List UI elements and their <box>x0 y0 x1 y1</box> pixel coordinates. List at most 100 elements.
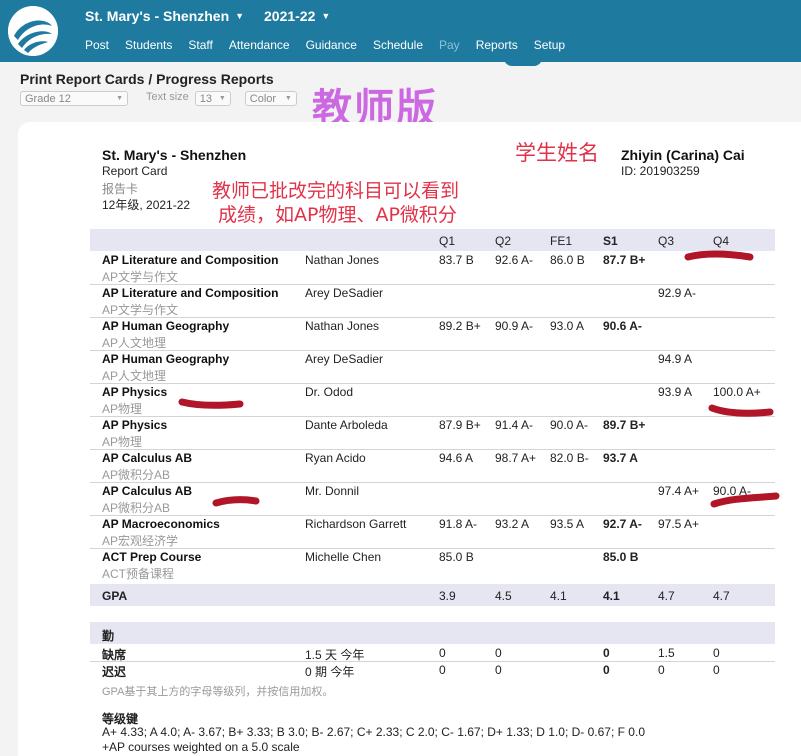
grade-fe1: 93.0 A <box>550 319 585 333</box>
row-divider <box>90 482 775 483</box>
row-divider <box>90 416 775 417</box>
school-selector[interactable]: St. Mary's - Shenzhen ▼ <box>85 8 244 24</box>
teacher-name: Richardson Garrett <box>305 517 407 531</box>
teacher-name: Dr. Odod <box>305 385 354 399</box>
grade-key-scale: A+ 4.33; A 4.0; A- 3.67; B+ 3.33; B 3.0;… <box>102 725 645 739</box>
nav-item-reports[interactable]: Reports <box>476 38 518 52</box>
teacher-name: Arey DeSadier <box>305 352 384 366</box>
row-divider <box>90 284 775 285</box>
grade-key-ap-note: +AP courses weighted on a 5.0 scale <box>102 740 300 754</box>
attendance-band <box>90 622 775 644</box>
subject-name: AP Human Geography <box>102 319 230 333</box>
tardy-q1: 0 <box>439 663 446 677</box>
gpa-q1: 3.9 <box>439 589 456 603</box>
red-marker-stroke <box>708 404 774 417</box>
grade-q2: 92.6 A- <box>495 253 534 267</box>
nav-item-staff[interactable]: Staff <box>188 38 212 52</box>
absent-q4: 0 <box>713 646 720 660</box>
subject-name-cn: ACT预备课程 <box>102 567 175 581</box>
absent-q2: 0 <box>495 646 502 660</box>
teacher-name: Michelle Chen <box>305 550 382 564</box>
grade-fe1: 93.5 A <box>550 517 585 531</box>
main-nav: Post Students Staff Attendance Guidance … <box>85 38 581 52</box>
col-header-fe1: FE1 <box>550 234 573 248</box>
page-title: Print Report Cards / Progress Reports <box>20 71 274 87</box>
row-divider <box>90 515 775 516</box>
grade-select-value: Grade 12 <box>25 92 71 105</box>
nav-item-setup[interactable]: Setup <box>534 38 565 52</box>
teacher-name: Dante Arboleda <box>305 418 388 432</box>
nav-item-students[interactable]: Students <box>125 38 172 52</box>
teacher-name: Nathan Jones <box>305 253 380 267</box>
grade-s1: 92.7 A- <box>603 517 642 531</box>
gpa-q2: 4.5 <box>495 589 512 603</box>
nav-item-attendance[interactable]: Attendance <box>229 38 290 52</box>
subject-name-cn: AP物理 <box>102 435 143 449</box>
teacher-name: Arey DeSadier <box>305 286 384 300</box>
report-grade-year: 12年级, 2021-22 <box>102 198 191 212</box>
row-divider <box>90 350 775 351</box>
graded-note-annotation-1: 教师已批改完的科目可以看到 <box>212 180 460 202</box>
col-header-q2: Q2 <box>495 234 512 248</box>
active-nav-indicator <box>504 58 542 66</box>
grade-s1: 87.7 B+ <box>603 253 646 267</box>
teacher-name: Nathan Jones <box>305 319 380 333</box>
subject-name-cn: AP人文地理 <box>102 336 167 350</box>
red-marker-stroke <box>212 496 260 507</box>
gpa-q3: 4.7 <box>658 589 675 603</box>
tardy-q3: 0 <box>658 663 665 677</box>
text-size-select[interactable]: 13 ▼ <box>194 91 231 106</box>
grade-q1: 94.6 A <box>439 451 474 465</box>
grade-q3: 97.5 A+ <box>658 517 700 531</box>
student-id: ID: 201903259 <box>621 164 700 178</box>
nav-item-pay: Pay <box>439 38 460 52</box>
subject-name-cn: AP微积分AB <box>102 501 171 515</box>
subject-name-cn: AP微积分AB <box>102 468 171 482</box>
subject-name: AP Physics <box>102 385 168 399</box>
grade-q1: 85.0 B <box>439 550 474 564</box>
subject-name: AP Literature and Composition <box>102 253 279 267</box>
year-selector[interactable]: 2021-22 ▼ <box>264 8 330 24</box>
row-divider <box>90 383 775 384</box>
row-divider <box>90 548 775 549</box>
nav-item-schedule[interactable]: Schedule <box>373 38 423 52</box>
row-divider <box>90 449 775 450</box>
tardy-q4: 0 <box>713 663 720 677</box>
grade-q1: 91.8 A- <box>439 517 478 531</box>
gpa-fe1: 4.1 <box>550 589 567 603</box>
subject-name: AP Calculus AB <box>102 451 193 465</box>
grade-s1: 93.7 A <box>603 451 638 465</box>
chevron-down-icon: ▼ <box>321 11 331 21</box>
grade-q4: 100.0 A+ <box>713 385 761 399</box>
gpa-label: GPA <box>102 589 128 603</box>
subject-name-cn: AP人文地理 <box>102 369 167 383</box>
grade-s1: 85.0 B <box>603 550 639 564</box>
tardy-period: 0 期 今年 <box>305 665 355 679</box>
row-divider <box>90 317 775 318</box>
grade-select[interactable]: Grade 12 ▼ <box>20 91 128 106</box>
year-selector-label: 2021-22 <box>264 8 316 24</box>
report-school-name: St. Mary's - Shenzhen <box>102 147 247 163</box>
nav-item-post[interactable]: Post <box>85 38 109 52</box>
grade-q2: 93.2 A <box>495 517 530 531</box>
nav-item-guidance[interactable]: Guidance <box>306 38 357 52</box>
tardy-q2: 0 <box>495 663 502 677</box>
subject-name: AP Human Geography <box>102 352 230 366</box>
col-header-s1: S1 <box>603 234 618 248</box>
grade-fe1: 82.0 B- <box>550 451 589 465</box>
app-logo-icon[interactable] <box>8 6 58 56</box>
school-selector-label: St. Mary's - Shenzhen <box>85 8 230 24</box>
color-select[interactable]: Color ▼ <box>244 91 297 106</box>
subject-name: AP Physics <box>102 418 168 432</box>
red-marker-stroke <box>710 492 780 508</box>
teacher-name: Ryan Acido <box>305 451 366 465</box>
grade-q3: 94.9 A <box>658 352 693 366</box>
gpa-footnote: GPA基于其上方的字母等级列，并按信用加权。 <box>102 686 334 698</box>
report-type-cn: 报告卡 <box>102 182 139 196</box>
grade-s1: 89.7 B+ <box>603 418 646 432</box>
subject-name-cn: AP文学与作文 <box>102 270 179 284</box>
report-filters: Grade 12 ▼ Text size 13 ▼ Color ▼ <box>20 91 297 106</box>
graded-note-annotation-2: 成绩，如AP物理、AP微积分 <box>218 204 457 226</box>
tardy-s1: 0 <box>603 663 610 677</box>
grade-fe1: 90.0 A- <box>550 418 589 432</box>
